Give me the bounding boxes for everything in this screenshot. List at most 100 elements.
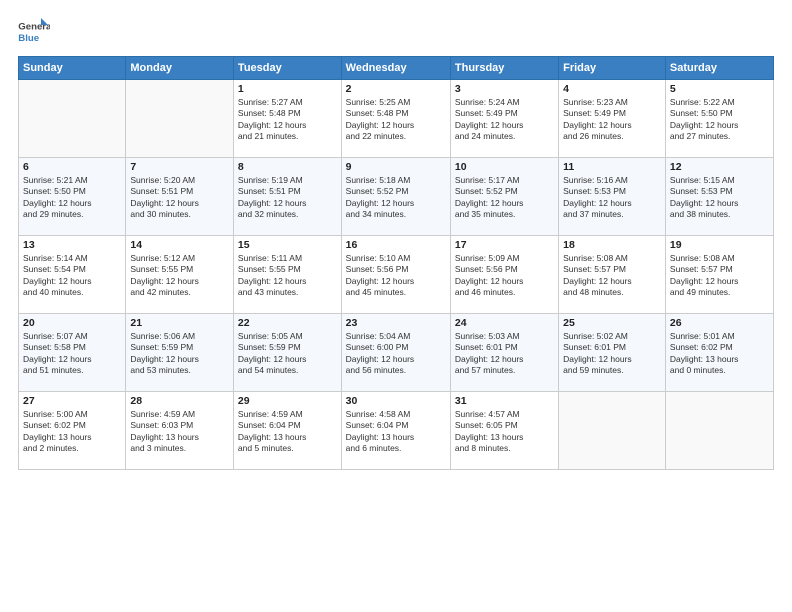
day-info: Sunrise: 5:22 AM Sunset: 5:50 PM Dayligh… [670,97,769,143]
day-number: 15 [238,239,337,251]
day-info: Sunrise: 5:19 AM Sunset: 5:51 PM Dayligh… [238,175,337,221]
day-number: 2 [346,83,446,95]
day-info: Sunrise: 5:12 AM Sunset: 5:55 PM Dayligh… [130,253,229,299]
day-number: 8 [238,161,337,173]
day-number: 24 [455,317,554,329]
calendar-cell: 12 Sunrise: 5:15 AM Sunset: 5:53 PM Dayli… [665,158,773,236]
calendar-cell: 2 Sunrise: 5:25 AM Sunset: 5:48 PM Daylig… [341,80,450,158]
header-row: SundayMondayTuesdayWednesdayThursdayFrid… [19,57,774,80]
page: GeneralBlue SundayMondayTuesdayWednesday… [0,0,792,612]
day-number: 19 [670,239,769,251]
calendar-cell: 11 Sunrise: 5:16 AM Sunset: 5:53 PM Dayli… [559,158,666,236]
calendar-cell: 5 Sunrise: 5:22 AM Sunset: 5:50 PM Daylig… [665,80,773,158]
calendar-cell: 3 Sunrise: 5:24 AM Sunset: 5:49 PM Daylig… [450,80,558,158]
day-info: Sunrise: 4:59 AM Sunset: 6:04 PM Dayligh… [238,409,337,455]
day-info: Sunrise: 5:17 AM Sunset: 5:52 PM Dayligh… [455,175,554,221]
day-info: Sunrise: 5:06 AM Sunset: 5:59 PM Dayligh… [130,331,229,377]
day-info: Sunrise: 5:23 AM Sunset: 5:49 PM Dayligh… [563,97,661,143]
logo-icon: GeneralBlue [18,18,50,46]
day-info: Sunrise: 5:15 AM Sunset: 5:53 PM Dayligh… [670,175,769,221]
calendar-cell [559,392,666,470]
day-info: Sunrise: 5:08 AM Sunset: 5:57 PM Dayligh… [563,253,661,299]
day-info: Sunrise: 5:21 AM Sunset: 5:50 PM Dayligh… [23,175,121,221]
calendar-cell: 24 Sunrise: 5:03 AM Sunset: 6:01 PM Dayli… [450,314,558,392]
day-number: 4 [563,83,661,95]
calendar-cell: 31 Sunrise: 4:57 AM Sunset: 6:05 PM Dayli… [450,392,558,470]
day-info: Sunrise: 5:11 AM Sunset: 5:55 PM Dayligh… [238,253,337,299]
day-info: Sunrise: 5:24 AM Sunset: 5:49 PM Dayligh… [455,97,554,143]
day-number: 9 [346,161,446,173]
calendar-cell: 26Sunrise: 5:01 AM Sunset: 6:02 PM Dayli… [665,314,773,392]
day-info: Sunrise: 5:14 AM Sunset: 5:54 PM Dayligh… [23,253,121,299]
col-header-sunday: Sunday [19,57,126,80]
calendar-cell: 15 Sunrise: 5:11 AM Sunset: 5:55 PM Dayli… [233,236,341,314]
day-info: Sunrise: 5:27 AM Sunset: 5:48 PM Dayligh… [238,97,337,143]
day-number: 16 [346,239,446,251]
col-header-thursday: Thursday [450,57,558,80]
calendar-cell: 30 Sunrise: 4:58 AM Sunset: 6:04 PM Dayli… [341,392,450,470]
day-number: 1 [238,83,337,95]
day-number: 27 [23,395,121,407]
calendar-cell: 7 Sunrise: 5:20 AM Sunset: 5:51 PM Daylig… [126,158,234,236]
day-number: 28 [130,395,229,407]
calendar-cell: 10 Sunrise: 5:17 AM Sunset: 5:52 PM Dayli… [450,158,558,236]
day-number: 18 [563,239,661,251]
calendar-cell: 22Sunrise: 5:05 AM Sunset: 5:59 PM Dayli… [233,314,341,392]
day-info: Sunrise: 5:03 AM Sunset: 6:01 PM Dayligh… [455,331,554,377]
calendar-cell: 19 Sunrise: 5:08 AM Sunset: 5:57 PM Dayli… [665,236,773,314]
calendar-cell: 18 Sunrise: 5:08 AM Sunset: 5:57 PM Dayli… [559,236,666,314]
day-number: 20 [23,317,121,329]
day-number: 11 [563,161,661,173]
week-row-4: 20 Sunrise: 5:07 AM Sunset: 5:58 PM Dayli… [19,314,774,392]
day-info: Sunrise: 5:20 AM Sunset: 5:51 PM Dayligh… [130,175,229,221]
col-header-saturday: Saturday [665,57,773,80]
day-info: Sunrise: 4:59 AM Sunset: 6:03 PM Dayligh… [130,409,229,455]
col-header-friday: Friday [559,57,666,80]
calendar-cell [19,80,126,158]
week-row-2: 6 Sunrise: 5:21 AM Sunset: 5:50 PM Daylig… [19,158,774,236]
calendar-cell: 8 Sunrise: 5:19 AM Sunset: 5:51 PM Daylig… [233,158,341,236]
day-info: Sunrise: 5:02 AM Sunset: 6:01 PM Dayligh… [563,331,661,377]
day-number: 12 [670,161,769,173]
day-number: 3 [455,83,554,95]
day-info: Sunrise: 4:57 AM Sunset: 6:05 PM Dayligh… [455,409,554,455]
calendar-cell: 20 Sunrise: 5:07 AM Sunset: 5:58 PM Dayli… [19,314,126,392]
svg-text:Blue: Blue [18,33,39,44]
calendar-cell: 9Sunrise: 5:18 AM Sunset: 5:52 PM Daylig… [341,158,450,236]
day-number: 10 [455,161,554,173]
calendar-cell: 1 Sunrise: 5:27 AM Sunset: 5:48 PM Daylig… [233,80,341,158]
day-number: 21 [130,317,229,329]
day-number: 26 [670,317,769,329]
day-number: 23 [346,317,446,329]
day-number: 13 [23,239,121,251]
day-number: 29 [238,395,337,407]
day-number: 25 [563,317,661,329]
calendar-cell: 27Sunrise: 5:00 AM Sunset: 6:02 PM Dayli… [19,392,126,470]
day-info: Sunrise: 5:08 AM Sunset: 5:57 PM Dayligh… [670,253,769,299]
calendar-cell [665,392,773,470]
week-row-5: 27Sunrise: 5:00 AM Sunset: 6:02 PM Dayli… [19,392,774,470]
day-info: Sunrise: 5:16 AM Sunset: 5:53 PM Dayligh… [563,175,661,221]
calendar-cell: 6 Sunrise: 5:21 AM Sunset: 5:50 PM Daylig… [19,158,126,236]
day-number: 31 [455,395,554,407]
col-header-monday: Monday [126,57,234,80]
header: GeneralBlue [18,18,774,46]
calendar-cell: 25 Sunrise: 5:02 AM Sunset: 6:01 PM Dayli… [559,314,666,392]
day-number: 7 [130,161,229,173]
day-info: Sunrise: 5:07 AM Sunset: 5:58 PM Dayligh… [23,331,121,377]
day-number: 5 [670,83,769,95]
col-header-tuesday: Tuesday [233,57,341,80]
day-info: Sunrise: 5:10 AM Sunset: 5:56 PM Dayligh… [346,253,446,299]
day-number: 6 [23,161,121,173]
day-info: Sunrise: 4:58 AM Sunset: 6:04 PM Dayligh… [346,409,446,455]
calendar-cell: 21 Sunrise: 5:06 AM Sunset: 5:59 PM Dayli… [126,314,234,392]
calendar-cell: 29 Sunrise: 4:59 AM Sunset: 6:04 PM Dayli… [233,392,341,470]
day-info: Sunrise: 5:25 AM Sunset: 5:48 PM Dayligh… [346,97,446,143]
col-header-wednesday: Wednesday [341,57,450,80]
day-number: 30 [346,395,446,407]
day-number: 17 [455,239,554,251]
logo: GeneralBlue [18,18,50,46]
calendar-cell: 4 Sunrise: 5:23 AM Sunset: 5:49 PM Daylig… [559,80,666,158]
week-row-3: 13 Sunrise: 5:14 AM Sunset: 5:54 PM Dayli… [19,236,774,314]
calendar-cell: 28 Sunrise: 4:59 AM Sunset: 6:03 PM Dayli… [126,392,234,470]
